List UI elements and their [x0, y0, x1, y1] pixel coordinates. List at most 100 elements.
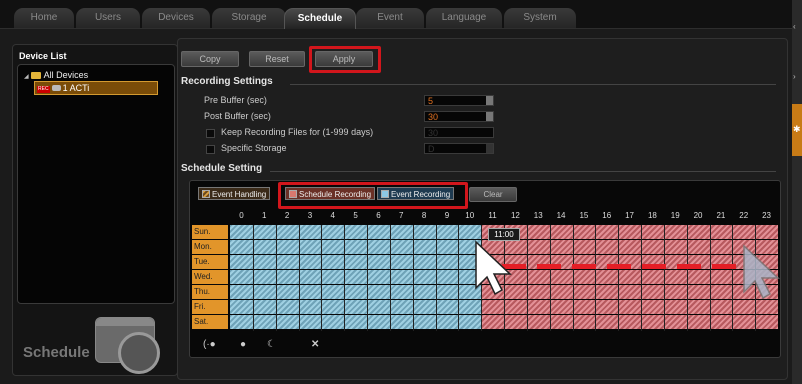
hour-label[interactable]: 21 [710, 211, 733, 220]
tree-root-label: All Devices [43, 70, 89, 80]
tree-root-all-devices[interactable]: ◢ All Devices [24, 70, 88, 80]
folder-icon [30, 72, 41, 79]
dot-icon[interactable]: ● [240, 339, 246, 350]
hour-label[interactable]: 17 [618, 211, 641, 220]
tab-devices[interactable]: Devices [142, 8, 210, 28]
dropdown-arrow-icon [486, 144, 493, 153]
device-tree: ◢ All Devices REC 1 ACTi [17, 64, 175, 304]
specific-storage-checkbox[interactable] [206, 145, 215, 154]
hour-label[interactable]: 9 [436, 211, 459, 220]
calendar-clock-icon [95, 317, 160, 374]
schedule-recording-block[interactable] [481, 315, 778, 329]
tab-event[interactable]: Event [356, 8, 424, 28]
event-recording-block[interactable] [230, 300, 482, 314]
schedule-recording-block[interactable] [481, 240, 778, 254]
hatch-swatch-icon [202, 190, 210, 198]
tree-item-device[interactable]: REC 1 ACTi [34, 81, 158, 95]
recording-settings-title: Recording Settings [181, 76, 273, 87]
clock-icon [118, 332, 160, 374]
ghost-cursor-icon [743, 244, 780, 300]
day-label[interactable]: Fri. [192, 300, 228, 314]
hour-label[interactable]: 10 [458, 211, 481, 220]
pre-buffer-select[interactable]: 5 [424, 95, 494, 106]
zoom-fit-icon[interactable]: (·● [203, 339, 216, 350]
hour-label[interactable]: 15 [573, 211, 596, 220]
hour-label[interactable]: 4 [321, 211, 344, 220]
grid-line [686, 225, 688, 331]
chevron-right-icon[interactable]: › [793, 72, 796, 81]
keep-files-checkbox[interactable] [206, 129, 215, 138]
hour-label[interactable]: 0 [230, 211, 253, 220]
schedule-recording-block[interactable] [481, 225, 778, 239]
hour-label[interactable]: 1 [253, 211, 276, 220]
hour-label[interactable]: 18 [641, 211, 664, 220]
event-recording-block[interactable] [230, 285, 482, 299]
keep-days-input[interactable]: 30 [424, 127, 494, 138]
hour-label[interactable]: 19 [664, 211, 687, 220]
schedule-recording-block[interactable] [481, 285, 778, 299]
apply-button[interactable]: Apply [315, 51, 373, 67]
hour-label[interactable]: 6 [367, 211, 390, 220]
post-buffer-select[interactable]: 30 [424, 111, 494, 122]
grid-line [321, 225, 323, 331]
day-label[interactable]: Wed. [192, 270, 228, 284]
tab-home[interactable]: Home [14, 8, 74, 28]
side-tab[interactable]: ✱ [792, 104, 802, 156]
grid-line [275, 225, 277, 331]
day-label[interactable]: Sun. [192, 225, 228, 239]
post-buffer-label: Post Buffer (sec) [204, 111, 271, 121]
copy-button[interactable]: Copy [181, 51, 239, 67]
schedule-recording-button[interactable]: Schedule Recording [285, 187, 376, 200]
specific-storage-label: Specific Storage [221, 143, 287, 153]
tab-storage[interactable]: Storage [212, 8, 286, 28]
schedule-recording-block[interactable] [481, 300, 778, 314]
tab-system[interactable]: System [504, 8, 576, 28]
hour-label[interactable]: 22 [732, 211, 755, 220]
hour-label[interactable]: 3 [299, 211, 322, 220]
grid-line [641, 225, 642, 331]
specific-storage-value: D [428, 144, 435, 154]
expand-icon[interactable]: ◢ [24, 74, 29, 80]
tab-schedule[interactable]: Schedule [284, 8, 356, 29]
hour-label[interactable]: 12 [504, 211, 527, 220]
hour-label[interactable]: 11 [481, 211, 504, 220]
grid-line [526, 225, 528, 331]
event-recording-block[interactable] [230, 270, 482, 284]
event-recording-block[interactable] [230, 225, 482, 239]
event-recording-block[interactable] [230, 255, 482, 269]
day-label[interactable]: Tue. [192, 255, 228, 269]
event-recording-block[interactable] [230, 315, 482, 329]
hour-label[interactable]: 8 [413, 211, 436, 220]
grid-line [572, 225, 574, 331]
hour-label[interactable]: 23 [755, 211, 778, 220]
moon-icon[interactable]: ☾ [267, 339, 276, 350]
event-handling-button[interactable]: Event Handling [198, 187, 271, 200]
grid-line [709, 225, 711, 331]
hour-label[interactable]: 7 [390, 211, 413, 220]
reset-button[interactable]: Reset [249, 51, 305, 67]
day-label[interactable]: Mon. [192, 240, 228, 254]
chevron-left-icon[interactable]: ‹ [793, 22, 796, 31]
hour-label[interactable]: 5 [344, 211, 367, 220]
schedule-recording-block[interactable] [481, 270, 778, 284]
event-handling-label: Event Handling [212, 190, 267, 199]
tab-users[interactable]: Users [76, 8, 140, 28]
tab-language[interactable]: Language [426, 8, 502, 28]
day-label[interactable]: Thu. [192, 285, 228, 299]
clear-button[interactable]: Clear [469, 187, 517, 202]
event-recording-block[interactable] [230, 240, 482, 254]
grid-line [732, 225, 734, 331]
hour-label[interactable]: 2 [276, 211, 299, 220]
event-recording-button[interactable]: Event Recording [377, 187, 455, 200]
day-label[interactable]: Sat. [192, 315, 228, 329]
grid-line [344, 225, 346, 331]
close-icon[interactable]: ✕ [311, 339, 319, 350]
rec-badge-icon: REC [37, 86, 50, 93]
hour-label[interactable]: 20 [687, 211, 710, 220]
hour-label[interactable]: 14 [550, 211, 573, 220]
blue-swatch-icon [381, 190, 389, 198]
drag-dash [572, 264, 596, 269]
hour-label[interactable]: 13 [527, 211, 550, 220]
hour-label[interactable]: 16 [595, 211, 618, 220]
specific-storage-select[interactable]: D [424, 143, 494, 154]
